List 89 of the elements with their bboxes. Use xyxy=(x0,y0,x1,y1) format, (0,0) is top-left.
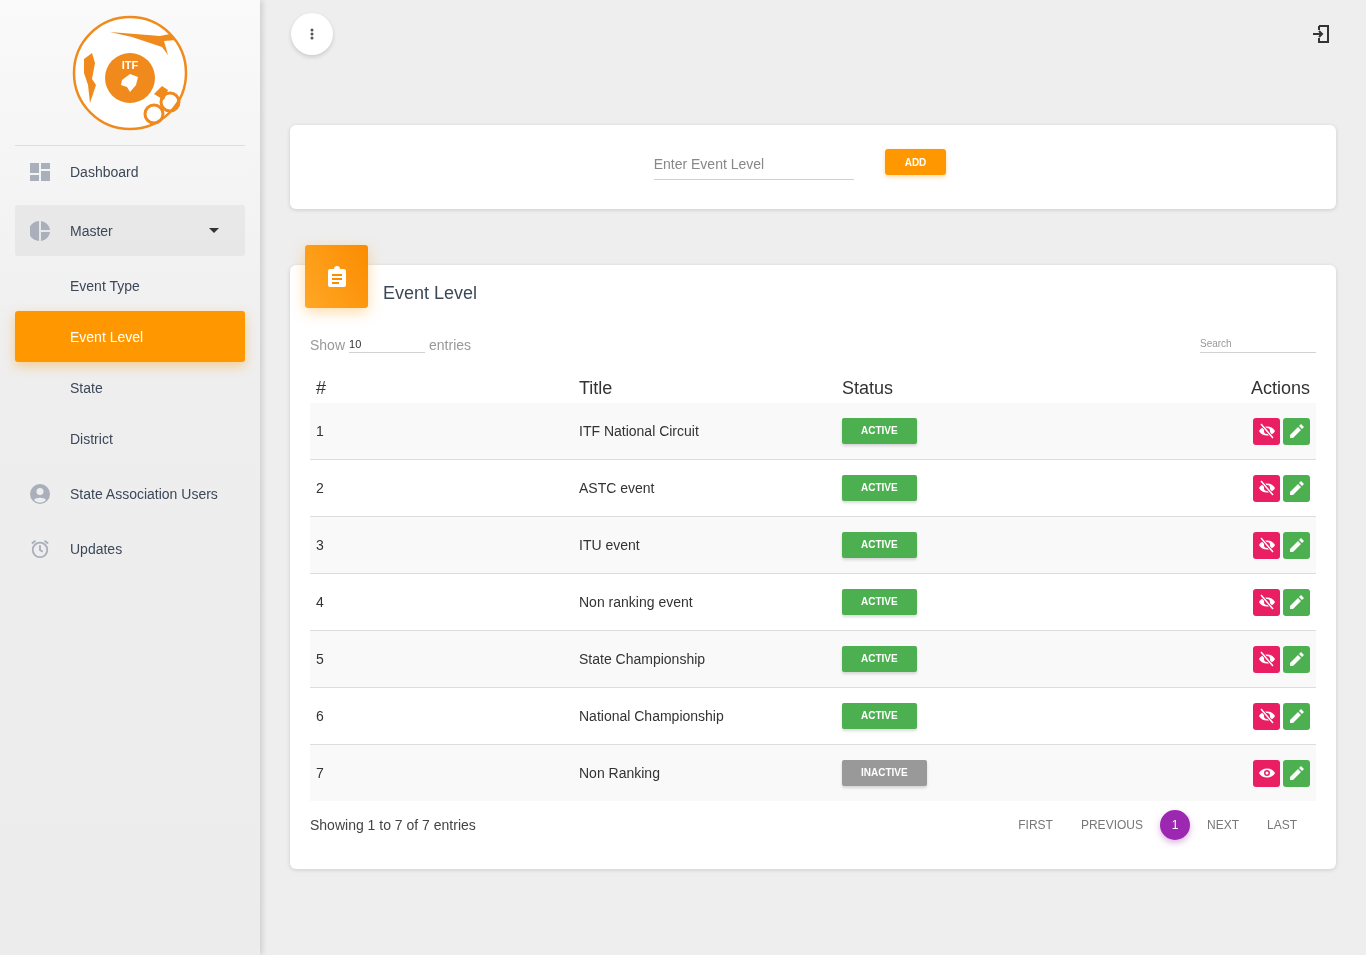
sidebar-item-label: Master xyxy=(70,222,113,239)
toggle-visibility-button[interactable] xyxy=(1253,474,1280,502)
submenu-item[interactable]: Event Type xyxy=(15,260,245,311)
eye-off-icon xyxy=(1257,480,1276,496)
edit-button[interactable] xyxy=(1283,645,1310,673)
dashboard-icon xyxy=(30,162,50,181)
toggle-visibility-button[interactable] xyxy=(1253,417,1280,445)
table-cell: 2 xyxy=(310,459,573,517)
column-header: Status xyxy=(836,373,1113,403)
pencil-icon xyxy=(1289,538,1304,552)
status-badge: ACTIVE xyxy=(842,418,917,444)
table-cell: 7 xyxy=(310,744,573,801)
more-vertical-icon xyxy=(310,28,314,40)
table-cell: 6 xyxy=(310,687,573,745)
eye-off-icon xyxy=(1257,708,1276,724)
toggle-visibility-button[interactable] xyxy=(1253,531,1280,559)
submenu-item-label: District xyxy=(70,430,113,447)
edit-button[interactable] xyxy=(1283,417,1310,445)
edit-button[interactable] xyxy=(1283,702,1310,730)
submenu-item[interactable]: District xyxy=(15,413,245,464)
edit-button[interactable] xyxy=(1283,531,1310,559)
table-cell: Non ranking event xyxy=(573,573,836,631)
table-cell: ASTC event xyxy=(573,459,836,517)
toggle-visibility-button[interactable] xyxy=(1253,645,1280,673)
edit-button[interactable] xyxy=(1283,588,1310,616)
table-cell: 1 xyxy=(310,403,573,460)
table-cell: ITF National Circuit xyxy=(573,403,836,460)
toggle-visibility-button[interactable] xyxy=(1253,588,1280,616)
first-page-button[interactable]: FIRST xyxy=(1007,812,1064,838)
page-button[interactable]: 1 xyxy=(1159,810,1190,840)
pencil-icon xyxy=(1289,424,1304,438)
edit-button[interactable] xyxy=(1283,474,1310,502)
status-badge: ACTIVE xyxy=(842,646,917,672)
submenu-item-label: State xyxy=(70,379,103,396)
status-badge: ACTIVE xyxy=(842,589,917,615)
caret-icon xyxy=(209,228,219,233)
status-badge: INACTIVE xyxy=(842,760,927,786)
status-badge: ACTIVE xyxy=(842,475,917,501)
eye-off-icon xyxy=(1257,423,1276,439)
column-header: # xyxy=(310,373,573,403)
clipboard-icon xyxy=(327,266,346,287)
eye-off-icon xyxy=(1257,651,1276,667)
table-cell: Non Ranking xyxy=(573,744,836,801)
entries-info: Showing 1 to 7 of 7 entries xyxy=(310,817,476,833)
sidebar-item[interactable]: Master xyxy=(15,205,245,256)
eye-off-icon xyxy=(1257,537,1276,553)
submenu-item-label: Event Type xyxy=(70,277,140,294)
pencil-icon xyxy=(1289,652,1304,666)
sidebar-item-label: Updates xyxy=(70,540,123,557)
eye-off-icon xyxy=(1257,594,1276,610)
previous-page-button[interactable]: PREVIOUS xyxy=(1069,812,1154,838)
last-page-button[interactable]: LAST xyxy=(1256,812,1308,838)
sidebar-item-label: Dashboard xyxy=(70,163,139,180)
status-badge: ACTIVE xyxy=(842,703,917,729)
logout-icon xyxy=(1312,25,1330,43)
sidebar-item[interactable]: Updates xyxy=(15,523,245,574)
search-field[interactable]: Search xyxy=(1200,336,1316,353)
submenu-item[interactable]: State xyxy=(15,362,245,413)
card-title: Event Level xyxy=(383,283,478,304)
status-badge: ACTIVE xyxy=(842,532,917,558)
logout-button[interactable] xyxy=(1310,23,1332,45)
table-cell: 5 xyxy=(310,630,573,688)
pencil-icon xyxy=(1289,595,1304,609)
table-cell: 4 xyxy=(310,573,573,631)
table-cell: ITU event xyxy=(573,516,836,574)
sidebar-item-label: State Association Users xyxy=(70,485,218,502)
pencil-icon xyxy=(1289,709,1304,723)
event-level-input[interactable]: Enter Event Level xyxy=(653,148,854,180)
next-page-button[interactable]: NEXT xyxy=(1195,812,1250,838)
page-size-select[interactable]: 10 xyxy=(349,338,426,353)
table-cell: 3 xyxy=(310,516,573,574)
pie-chart-icon xyxy=(30,220,50,241)
alarm-clock-icon xyxy=(30,537,50,560)
pencil-icon xyxy=(1289,766,1304,780)
sidebar-item[interactable]: Dashboard xyxy=(15,146,245,197)
table-cell: National Championship xyxy=(573,687,836,745)
entries-label: entries xyxy=(429,337,472,353)
sidebar-item[interactable]: State Association Users xyxy=(15,468,245,519)
logo-text: ITF xyxy=(121,59,139,71)
edit-button[interactable] xyxy=(1283,759,1310,787)
column-header: Title xyxy=(573,373,836,403)
show-label: Show xyxy=(310,337,346,353)
submenu-item-label: Event Level xyxy=(70,328,144,345)
toggle-visibility-button[interactable] xyxy=(1253,702,1280,730)
pencil-icon xyxy=(1289,481,1304,495)
account-circle-icon xyxy=(30,483,50,504)
column-header: Actions xyxy=(1112,373,1316,403)
table-cell: State Championship xyxy=(573,630,836,688)
toggle-visibility-button[interactable] xyxy=(1253,759,1280,787)
